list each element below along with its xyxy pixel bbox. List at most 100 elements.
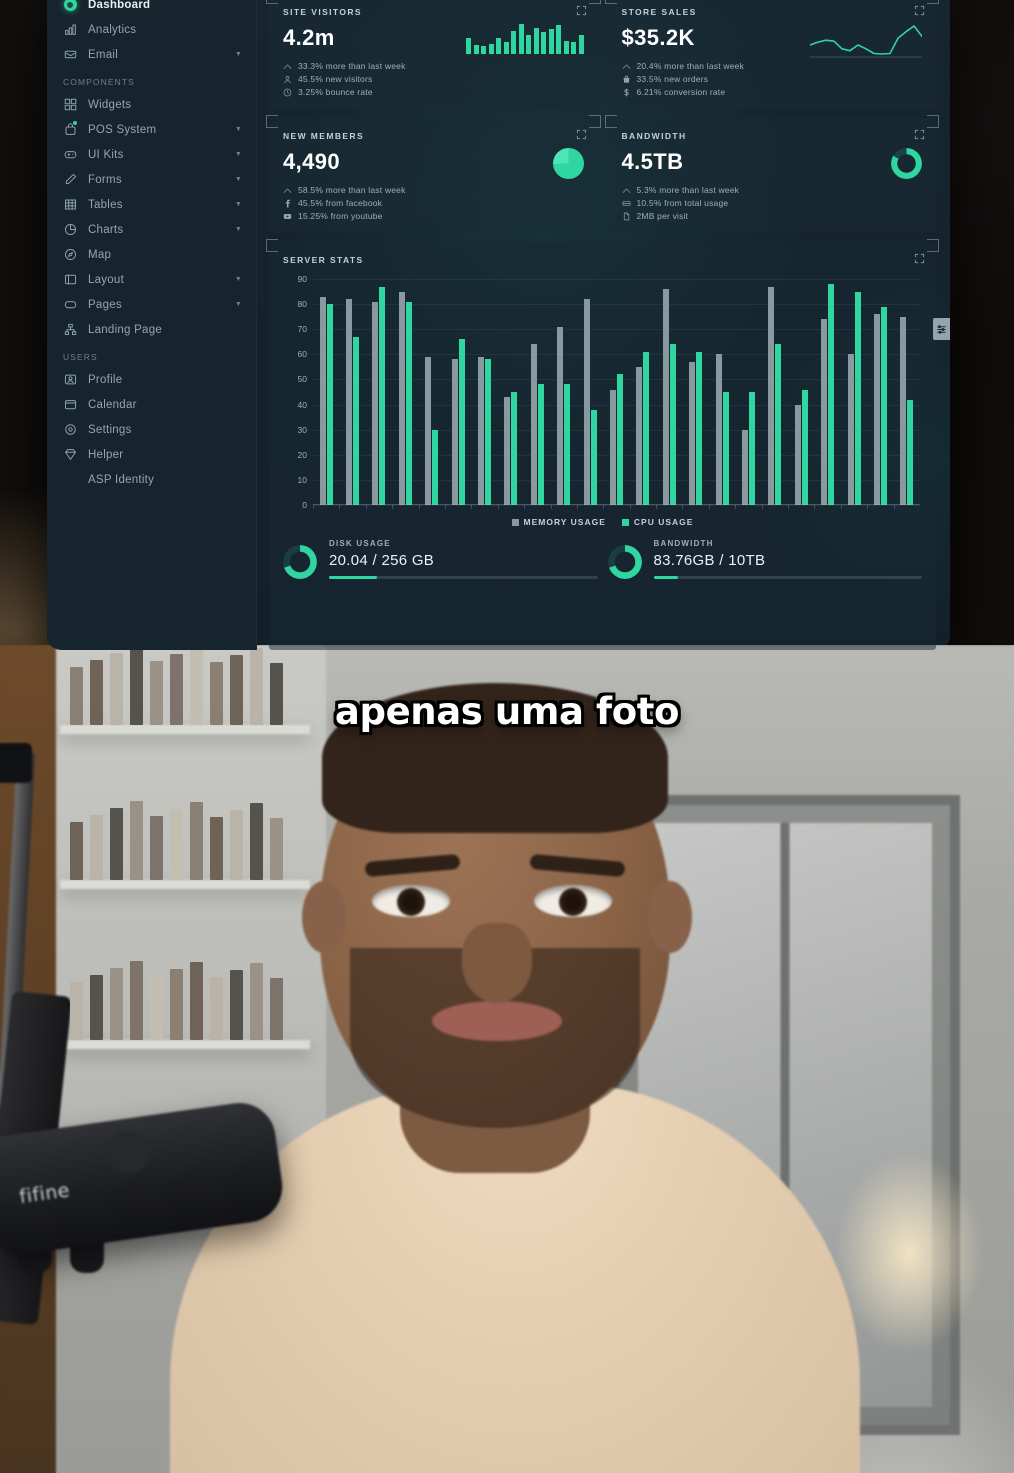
bar-cpu-usage: [485, 359, 492, 505]
book: [110, 653, 123, 725]
x-axis-tick: [708, 505, 735, 509]
sidebar-item-landing-page[interactable]: Landing Page: [47, 317, 256, 342]
bar-memory-usage: [715, 354, 722, 505]
sidebar-item-pages[interactable]: Pages ▼: [47, 292, 256, 317]
sidebar-item-map[interactable]: Map: [47, 242, 256, 267]
expand-icon[interactable]: [914, 253, 925, 264]
x-axis-tick: [629, 505, 656, 509]
chevron-down-icon[interactable]: ▼: [235, 51, 242, 58]
bar-group: [788, 279, 814, 505]
sidebar-item-asp-identity[interactable]: ASP Identity: [47, 467, 256, 492]
chevron-down-icon[interactable]: ▼: [235, 151, 242, 158]
sidebar-item-label: Widgets: [88, 98, 132, 111]
stat-card-metric-label: 3.25% bounce rate: [298, 87, 373, 97]
ear-left: [302, 881, 346, 953]
stat-card-metric: 15.25% from youtube: [283, 211, 584, 221]
book: [230, 970, 243, 1040]
sidebar-item-tables[interactable]: Tables ▼: [47, 192, 256, 217]
stat-card-metrics: 58.5% more than last week 45.5% from face…: [283, 185, 584, 221]
y-axis-tick-label: 10: [297, 474, 307, 485]
bar-cpu-usage: [748, 392, 755, 505]
stat-card-metric-label: 20.4% more than last week: [636, 61, 745, 71]
ear-right: [648, 881, 692, 953]
sidebar-item-label: Landing Page: [88, 323, 162, 336]
bar-cpu-usage: [379, 286, 386, 505]
book: [230, 655, 243, 725]
expand-icon[interactable]: [914, 5, 925, 16]
book: [270, 663, 283, 725]
book: [110, 968, 123, 1040]
book: [70, 822, 83, 880]
sidebar-item-settings[interactable]: Settings: [47, 417, 256, 442]
bar-group: [339, 279, 365, 505]
legend-item[interactable]: CPU USAGE: [621, 517, 694, 527]
sidebar-item-analytics[interactable]: Analytics: [47, 17, 256, 42]
charts-icon: [63, 223, 77, 237]
bar-memory-usage: [478, 356, 485, 505]
book: [190, 802, 203, 880]
y-axis-tick-label: 90: [297, 274, 307, 284]
x-axis-tick: [867, 505, 893, 509]
widgets-icon: [63, 98, 77, 112]
stat-card-metric-label: 6.21% conversion rate: [636, 87, 726, 97]
chart-legend: MEMORY USAGE CPU USAGE: [283, 517, 922, 527]
page-icon: [622, 212, 631, 221]
usage-value: 83.76GB / 10TB: [653, 552, 766, 569]
bar-cpu-usage: [801, 389, 808, 505]
book: [150, 661, 163, 725]
sidebar-item-pos-system[interactable]: POS System ▼: [47, 117, 256, 142]
panel-toggle-button[interactable]: [933, 318, 950, 340]
landing-page-icon: [63, 323, 77, 337]
chevron-down-icon[interactable]: ▼: [235, 126, 242, 133]
y-axis-tick-label: 50: [297, 374, 307, 385]
stat-card-metric: 45.5% new visitors: [283, 74, 584, 84]
sidebar-item-forms[interactable]: Forms ▼: [47, 167, 256, 192]
sidebar-item-calendar[interactable]: Calendar: [47, 392, 256, 417]
sidebar-components-group: Widgets POS System ▼ UI Kits ▼ Forms ▼ Tables ▼ C…: [47, 92, 256, 342]
bar-memory-usage: [557, 326, 564, 505]
legend-swatch: [511, 518, 519, 526]
stat-card-metric: 58.5% more than last week: [283, 185, 584, 195]
sidebar-item-layout[interactable]: Layout ▼: [47, 267, 256, 292]
bar-memory-usage: [689, 361, 696, 505]
chevron-down-icon[interactable]: ▼: [235, 226, 242, 233]
bar-group: [603, 279, 629, 505]
sidebar-item-charts[interactable]: Charts ▼: [47, 217, 256, 242]
stat-card-metric-label: 2MB per visit: [636, 211, 689, 221]
expand-icon[interactable]: [914, 129, 925, 140]
sidebar-item-email[interactable]: Email ▼: [47, 42, 256, 67]
chevron-down-icon[interactable]: ▼: [235, 201, 242, 208]
stat-card-title: BANDWIDTH: [621, 131, 687, 141]
user-icon: [283, 75, 292, 84]
usage-row: DISK USAGE 20.04 / 256 GB BANDWIDTH 83.76GB…: [283, 527, 922, 579]
bar-cpu-usage: [854, 291, 861, 505]
x-axis-tick: [893, 505, 920, 509]
server-stats-plot: 0 10 20 30 40 50 60 70 80 90: [283, 274, 922, 510]
bar-group: [867, 279, 893, 505]
expand-icon[interactable]: [576, 129, 587, 140]
x-axis-tick: [313, 505, 339, 509]
sidebar-item-dashboard[interactable]: Dashboard: [47, 0, 256, 17]
x-axis-tick: [471, 505, 497, 509]
chevron-down-icon[interactable]: ▼: [235, 176, 242, 183]
chevron-down-icon[interactable]: ▼: [235, 301, 242, 308]
usage-title: BANDWIDTH: [653, 539, 714, 548]
sidebar-item-label: Layout: [88, 273, 125, 286]
sidebar-item-widgets[interactable]: Widgets: [47, 92, 256, 117]
legend-item[interactable]: MEMORY USAGE: [511, 517, 606, 527]
stat-card-metric-label: 10.5% from total usage: [636, 198, 729, 208]
chevron-down-icon[interactable]: ▼: [235, 276, 242, 283]
bar-group: [551, 279, 577, 505]
sidebar-item-helper[interactable]: Helper: [47, 442, 256, 467]
dashboard-main: SITE VISITORS 4.2m 33.3% more than last w…: [257, 0, 950, 650]
sidebar-item-profile[interactable]: Profile: [47, 367, 256, 392]
stat-card-metric-label: 5.3% more than last week: [636, 185, 740, 195]
sidebar-item-label: Profile: [88, 373, 123, 386]
eye-left: [372, 885, 450, 917]
sidebar-item-label: Calendar: [88, 398, 137, 411]
stat-card-metric: 2MB per visit: [622, 211, 923, 221]
sidebar-item-ui-kits[interactable]: UI Kits ▼: [47, 142, 256, 167]
bar-cpu-usage: [432, 429, 439, 505]
bar-cpu-usage: [669, 344, 676, 505]
expand-icon[interactable]: [576, 5, 587, 16]
